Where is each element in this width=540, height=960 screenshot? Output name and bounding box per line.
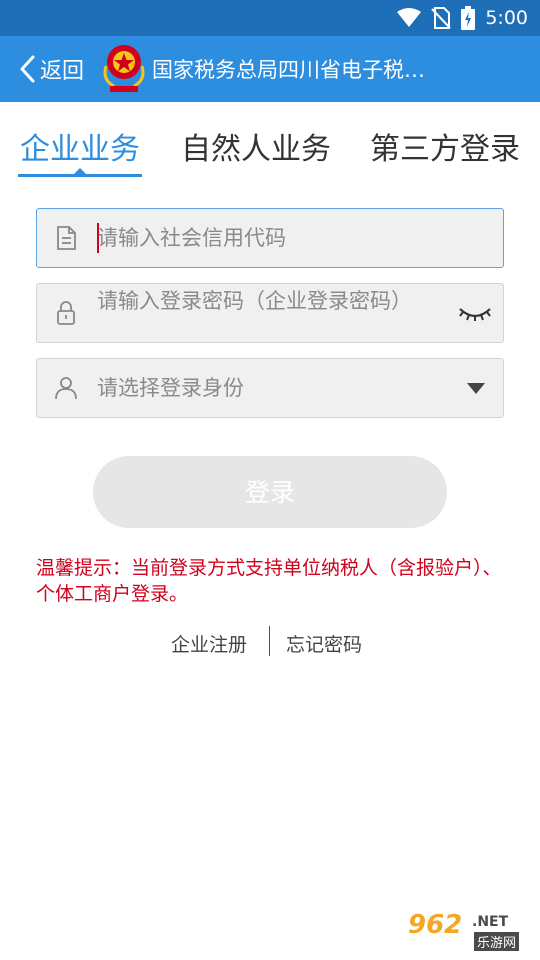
chevron-left-icon bbox=[20, 55, 35, 83]
credit-code-input[interactable] bbox=[97, 209, 487, 267]
identity-placeholder: 请选择登录身份 bbox=[97, 376, 244, 400]
text-cursor bbox=[97, 223, 99, 253]
login-button[interactable]: 登录 bbox=[93, 456, 447, 528]
back-button[interactable]: 返回 bbox=[18, 50, 84, 88]
battery-charging-icon bbox=[461, 6, 476, 30]
site-watermark: 962 .NET 乐游网 bbox=[404, 910, 532, 954]
identity-select[interactable]: 请选择登录身份 bbox=[36, 358, 504, 418]
back-label: 返回 bbox=[40, 59, 85, 84]
eye-closed-icon[interactable] bbox=[457, 301, 493, 325]
app-title: 国家税务总局四川省电子税… bbox=[152, 58, 425, 82]
tab-enterprise[interactable]: 企业业务 bbox=[20, 124, 140, 168]
credit-code-field bbox=[36, 208, 504, 268]
watermark-net: .NET bbox=[472, 914, 509, 930]
tax-emblem-icon bbox=[103, 45, 145, 92]
no-sim-icon bbox=[431, 7, 452, 29]
tab-caret-icon bbox=[74, 168, 86, 174]
forgot-password-link[interactable]: 忘记密码 bbox=[286, 630, 362, 657]
status-icons: 5:00 bbox=[397, 6, 528, 30]
warm-tip: 温馨提示：当前登录方式支持单位纳税人（含报验户）、个体工商户登录。 bbox=[36, 557, 502, 605]
dropdown-arrow-icon[interactable] bbox=[467, 383, 485, 394]
link-divider bbox=[269, 626, 270, 656]
tab-individual[interactable]: 自然人业务 bbox=[181, 124, 331, 168]
login-tabs: 企业业务 自然人业务 第三方登录 bbox=[0, 102, 540, 182]
person-icon bbox=[55, 377, 77, 400]
register-link[interactable]: 企业注册 bbox=[171, 630, 247, 657]
app-bar: 返回 国家税务总局四川省电子税… bbox=[0, 36, 540, 102]
wifi-icon bbox=[397, 8, 422, 27]
document-icon bbox=[57, 226, 76, 250]
watermark-sub: 乐游网 bbox=[474, 932, 520, 951]
password-field[interactable]: 请输入登录密码（企业登录密码） bbox=[36, 283, 504, 343]
status-time: 5:00 bbox=[485, 7, 528, 29]
password-placeholder: 请输入登录密码（企业登录密码） bbox=[97, 289, 412, 313]
tab-indicator bbox=[18, 174, 142, 177]
tab-third-party[interactable]: 第三方登录 bbox=[370, 124, 520, 168]
watermark-number: 962 bbox=[408, 910, 463, 940]
bottom-links: 企业注册 忘记密码 bbox=[0, 626, 540, 658]
lock-icon bbox=[57, 301, 75, 325]
status-bar: 5:00 bbox=[0, 0, 540, 36]
